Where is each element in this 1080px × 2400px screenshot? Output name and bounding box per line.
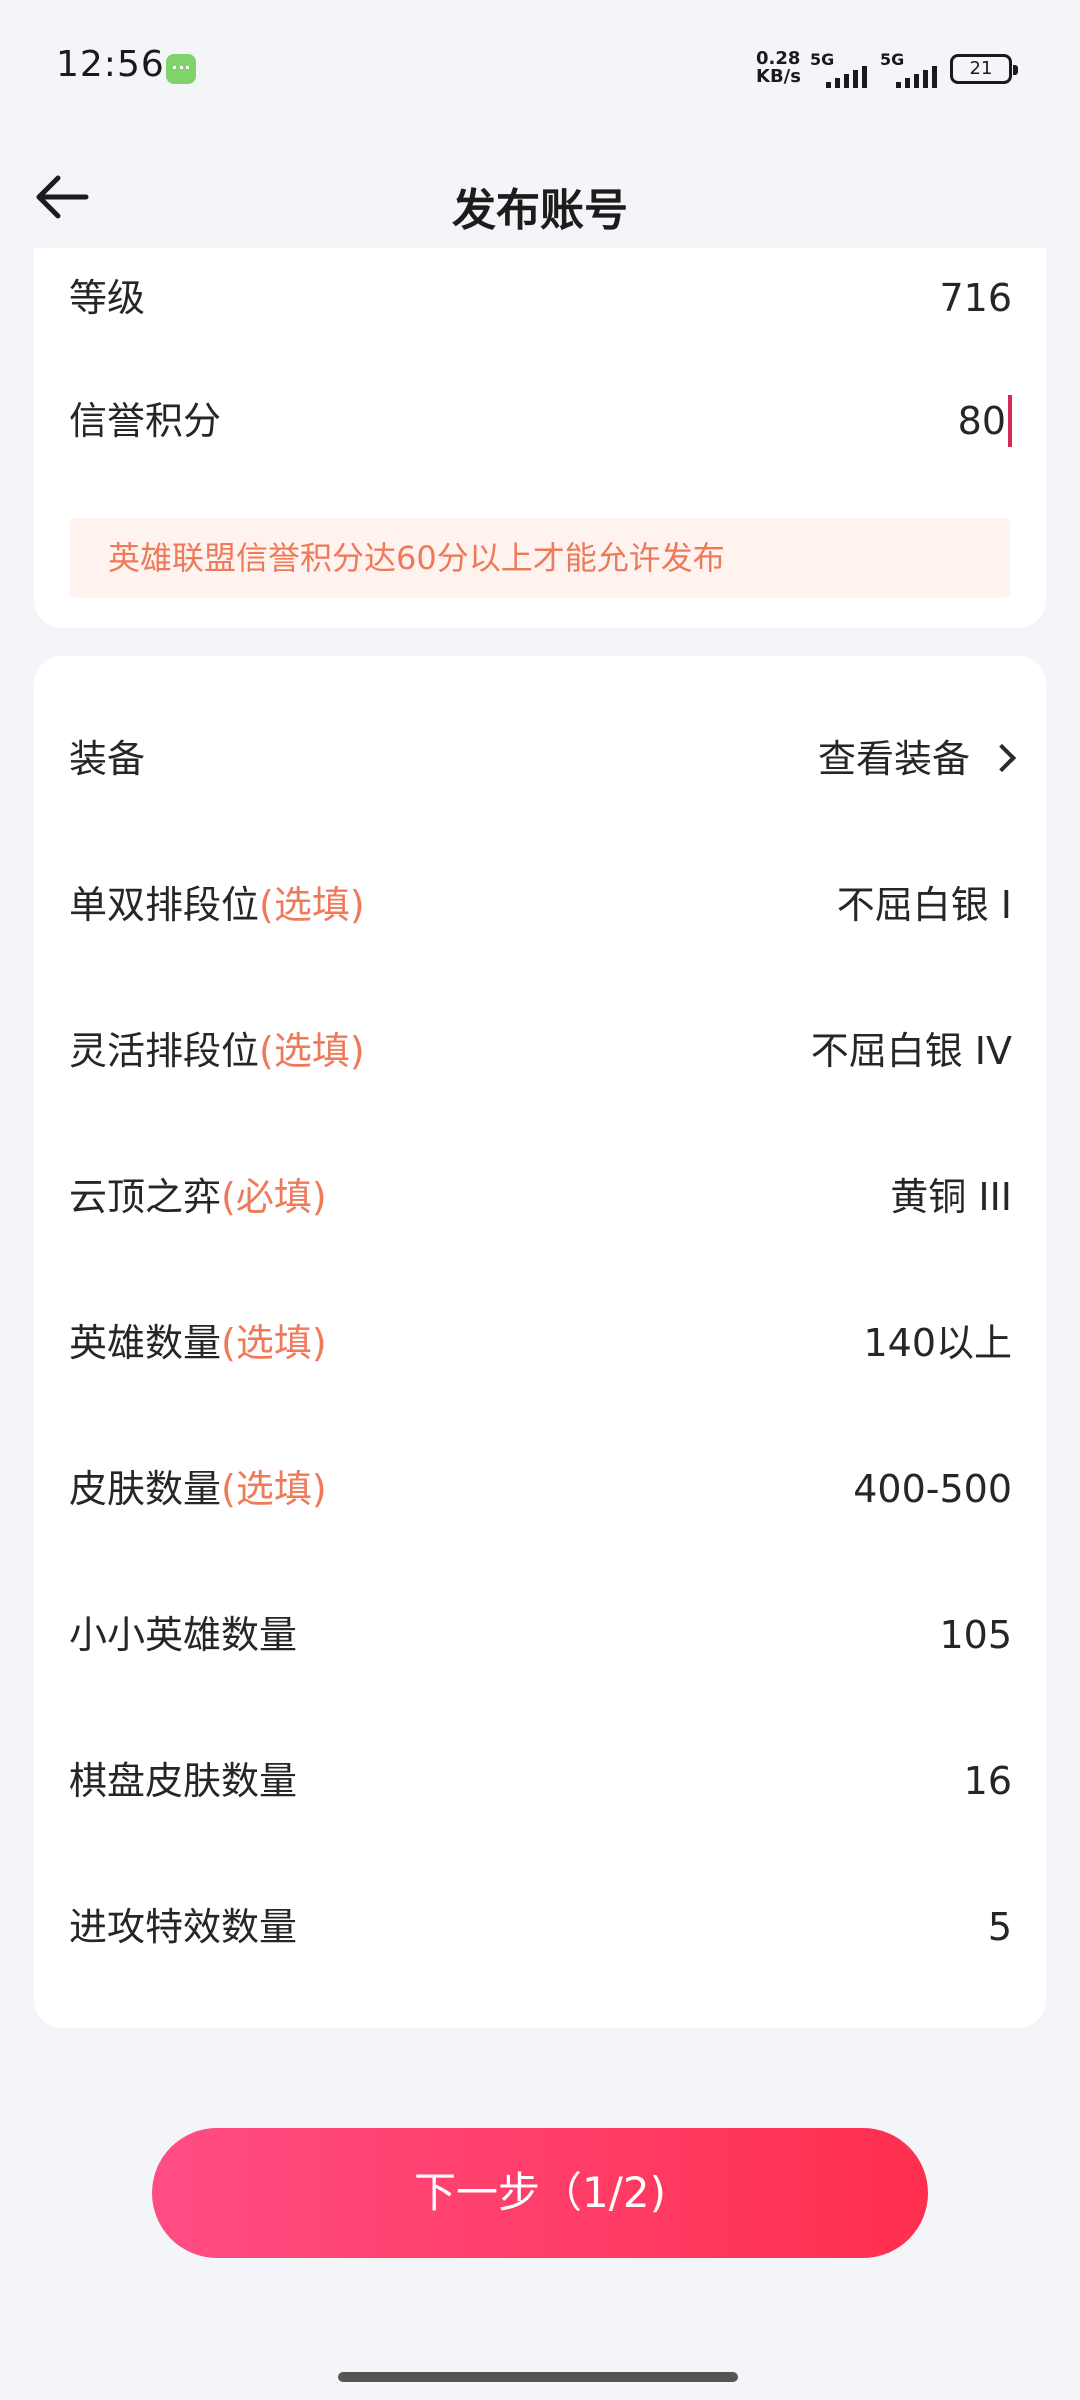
skin-count-label: 皮肤数量(选填) <box>69 1467 327 1511</box>
solo-rank-value: 不屈白银 I <box>836 883 1012 927</box>
solo-rank-label: 单双排段位(选填) <box>69 883 365 927</box>
view-equipment-label: 查看装备 <box>817 737 970 781</box>
little-legend-count-value: 105 <box>939 1613 1012 1657</box>
optional-hint: (选填) <box>221 1321 327 1365</box>
boom-effect-count-row[interactable]: 进攻特效数量 5 <box>34 1854 1046 2000</box>
tft-rank-label: 云顶之弈(必填) <box>69 1175 327 1219</box>
optional-hint: (选填) <box>259 1029 365 1073</box>
details-card: 装备 查看装备 单双排段位(选填) 不屈白银 I 灵活排段位(选填) 不屈白银 … <box>34 656 1046 2028</box>
chevron-right-icon <box>987 743 1017 773</box>
page: 12:56 0.28 KB/s 5G 5G 21 发布账号 等级 716 信誉积… <box>0 0 1080 2400</box>
credit-notice-text: 英雄联盟信誉积分达60分以上才能允许发布 <box>108 539 725 577</box>
champion-count-label: 英雄数量(选填) <box>69 1321 327 1365</box>
level-label: 等级 <box>69 276 146 320</box>
optional-hint: (选填) <box>221 1467 327 1511</box>
credit-notice: 英雄联盟信誉积分达60分以上才能允许发布 <box>70 518 1010 598</box>
network-speed-unit: KB/s <box>756 66 801 87</box>
battery-level: 21 <box>969 58 993 79</box>
solo-rank-row[interactable]: 单双排段位(选填) 不屈白银 I <box>34 832 1046 978</box>
view-equipment-link[interactable]: 查看装备 <box>817 686 1017 832</box>
boom-effect-count-label: 进攻特效数量 <box>69 1905 298 1949</box>
text-cursor <box>1008 394 1012 447</box>
status-time: 12:56 <box>56 44 165 85</box>
little-legend-count-label: 小小英雄数量 <box>69 1613 298 1657</box>
flex-rank-value: 不屈白银 IV <box>810 1029 1012 1073</box>
arena-skin-count-row[interactable]: 棋盘皮肤数量 16 <box>34 1708 1046 1854</box>
flex-rank-label: 灵活排段位(选填) <box>69 1029 365 1073</box>
battery-icon: 21 <box>950 54 1018 84</box>
credit-score-value: 80 <box>957 399 1006 443</box>
basic-info-card: 等级 716 信誉积分 80 英雄联盟信誉积分达60分以上才能允许发布 <box>34 248 1046 628</box>
next-step-button[interactable]: 下一步（1/2) <box>152 2128 928 2258</box>
boom-effect-count-value: 5 <box>987 1905 1012 1949</box>
status-bar: 12:56 0.28 KB/s 5G 5G 21 <box>0 0 1080 140</box>
required-hint: (必填) <box>221 1175 327 1219</box>
credit-score-input[interactable]: 80 <box>958 348 1012 494</box>
equipment-row[interactable]: 装备 查看装备 <box>34 686 1046 832</box>
message-notification-icon <box>166 54 196 84</box>
arena-skin-count-label: 棋盘皮肤数量 <box>69 1759 298 1803</box>
flex-rank-row[interactable]: 灵活排段位(选填) 不屈白银 IV <box>34 978 1046 1124</box>
optional-hint: (选填) <box>259 883 365 927</box>
page-title: 发布账号 <box>452 185 628 236</box>
equipment-label: 装备 <box>69 737 146 781</box>
header: 发布账号 <box>0 140 1080 250</box>
champion-count-row[interactable]: 英雄数量(选填) 140以上 <box>34 1270 1046 1416</box>
arena-skin-count-value: 16 <box>963 1759 1012 1803</box>
skin-count-row[interactable]: 皮肤数量(选填) 400-500 <box>34 1416 1046 1562</box>
champion-count-value: 140以上 <box>863 1321 1012 1365</box>
credit-score-label: 信誉积分 <box>69 399 222 443</box>
network-speed: 0.28 KB/s <box>756 50 801 86</box>
sim1-signal-icon: 5G <box>810 50 870 88</box>
skin-count-value: 400-500 <box>853 1467 1012 1511</box>
level-value: 716 <box>939 276 1012 320</box>
credit-score-row[interactable]: 信誉积分 80 <box>34 348 1046 494</box>
tft-rank-row[interactable]: 云顶之弈(必填) 黄铜 III <box>34 1124 1046 1270</box>
home-indicator[interactable] <box>338 2372 738 2382</box>
sim2-signal-icon: 5G <box>880 50 940 88</box>
next-step-label: 下一步（1/2) <box>414 2168 666 2217</box>
tft-rank-value: 黄铜 III <box>890 1175 1012 1219</box>
little-legend-count-row[interactable]: 小小英雄数量 105 <box>34 1562 1046 1708</box>
